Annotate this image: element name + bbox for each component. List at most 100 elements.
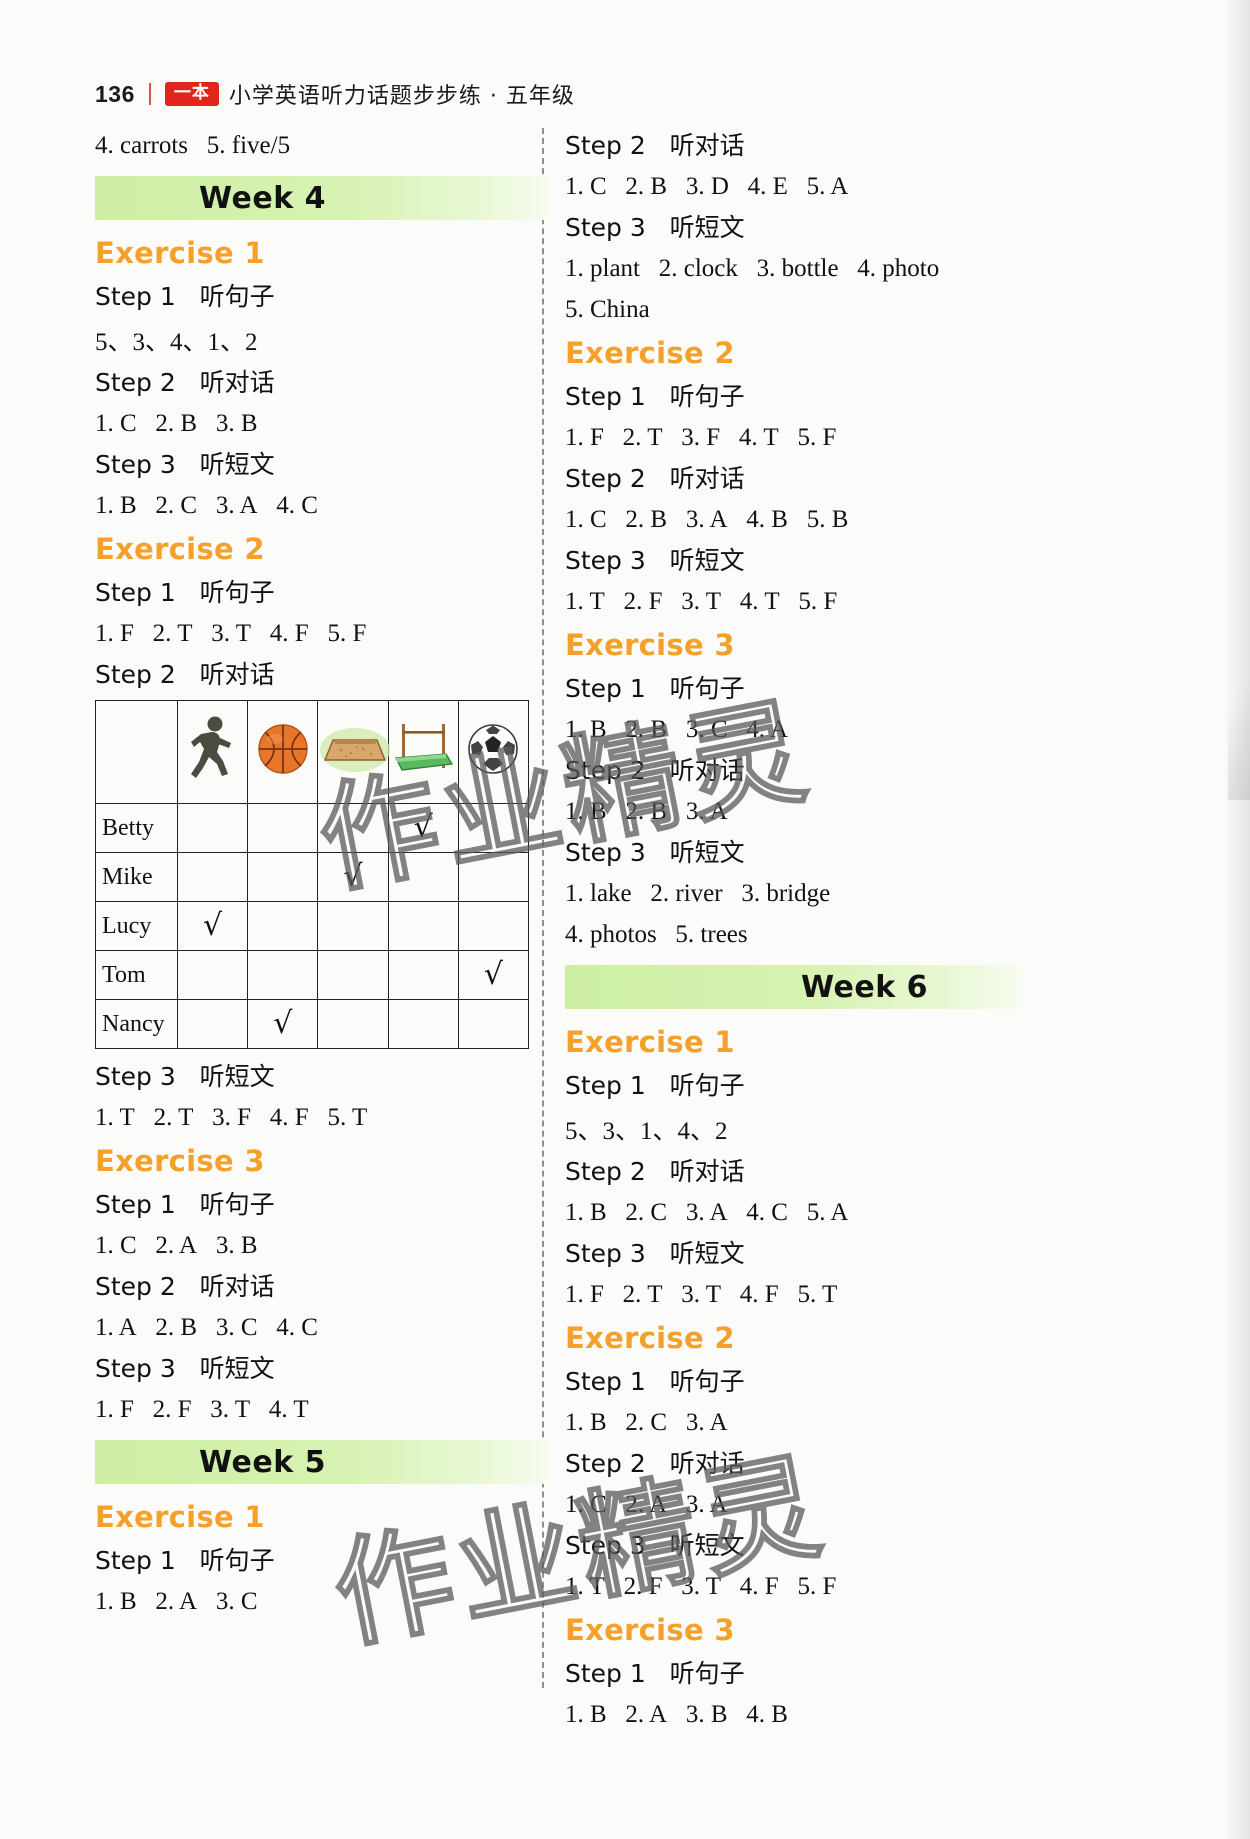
step-label: Step 1 听句子 [565, 1071, 745, 1100]
step-label: Step 2 听对话 [95, 660, 275, 689]
step-label: Step 2 听对话 [565, 131, 745, 160]
header-divider [148, 83, 151, 105]
step-label: Step 3 听短文 [565, 838, 745, 867]
step-answer: 1. T 2. F 3. T 4. F 5. F [565, 1573, 837, 1600]
long-jump-icon [319, 722, 391, 783]
exercise-heading: Exercise 1 [95, 1500, 265, 1534]
row-label: Nancy [95, 999, 178, 1049]
step-label: Step 1 听句子 [95, 578, 275, 607]
table-row: Mike √ [95, 852, 530, 902]
cell-high-jump [387, 901, 459, 951]
check-mark: √ [273, 1005, 293, 1041]
cell-long-jump [317, 950, 389, 1000]
step-answer: 1. A 2. B 3. C 4. C [95, 1314, 318, 1341]
basketball-icon [257, 723, 309, 782]
table-corner-cell [95, 700, 178, 804]
step-answer: 1. plant 2. clock 3. bottle 4. photo [565, 255, 940, 282]
step-label: Step 1 听句子 [565, 674, 745, 703]
step-answer: 1. T 2. F 3. T 4. T 5. F [565, 588, 838, 615]
column-header-high-jump [387, 700, 459, 804]
cell-soccer: √ [457, 950, 530, 1000]
cell-soccer [457, 901, 530, 951]
step-label: Step 3 听短文 [565, 546, 745, 575]
answer-key-page: 136 一本 小学英语听力话题步步练 · 五年级 4. carrots 5. f… [0, 0, 1250, 1839]
step-label: Step 1 听句子 [95, 1190, 275, 1219]
step-answer: 4. photos 5. trees [565, 921, 748, 948]
step-label: Step 3 听短文 [95, 1062, 275, 1091]
exercise-heading: Exercise 3 [565, 1613, 735, 1647]
table-header-row [95, 700, 530, 804]
page-number: 136 [95, 80, 135, 107]
cell-long-jump [317, 901, 389, 951]
brand-logo: 一本 [164, 81, 219, 107]
page-header: 136 一本 小学英语听力话题步步练 · 五年级 [95, 78, 575, 110]
column-header-soccer [457, 700, 530, 804]
week-title: Week 6 [801, 969, 928, 1005]
step-answer: 1. lake 2. river 3. bridge [565, 880, 831, 907]
step-answer: 1. T 2. T 3. F 4. F 5. T [95, 1104, 368, 1131]
cell-high-jump [387, 950, 459, 1000]
column-header-basketball [247, 700, 319, 804]
page-edge-shadow [1224, 0, 1250, 1839]
step-answer: 1. F 2. T 3. T 4. F 5. T [565, 1281, 838, 1308]
step-label: Step 1 听句子 [95, 1546, 275, 1575]
step-answer: 1. B 2. C 3. A 4. C [95, 492, 318, 519]
cell-running [176, 999, 249, 1049]
cell-soccer [457, 852, 530, 902]
step-answer: 1. B 2. C 3. A [565, 1409, 728, 1436]
cell-long-jump [317, 803, 389, 853]
check-mark: √ [413, 809, 433, 845]
step-label: Step 1 听句子 [565, 382, 745, 411]
check-mark: √ [483, 956, 503, 992]
exercise-heading: Exercise 1 [95, 236, 265, 270]
table-row: Tom √ [95, 950, 530, 1000]
week-banner-week6: Week 6 [565, 965, 1020, 1009]
week-banner-week4: Week 4 [95, 176, 550, 220]
check-mark: √ [203, 907, 223, 943]
exercise-heading: Exercise 1 [565, 1025, 735, 1059]
running-icon [190, 714, 236, 791]
step-label: Step 2 听对话 [95, 1272, 275, 1301]
step-label: Step 2 听对话 [565, 1449, 745, 1478]
step-answer: 1. F 2. T 3. T 4. F 5. F [95, 620, 367, 647]
table-row: Betty √ [95, 803, 530, 853]
cell-basketball [247, 803, 319, 853]
cell-high-jump: √ [387, 803, 459, 853]
step-answer: 1. C 2. B 3. A 4. B 5. B [565, 506, 849, 533]
step-label: Step 3 听短文 [565, 213, 745, 242]
high-jump-icon [390, 718, 456, 787]
row-label: Mike [95, 852, 178, 902]
cell-basketball [247, 901, 319, 951]
exercise-heading: Exercise 2 [565, 1321, 735, 1355]
step-answer: 1. B 2. A 3. C [95, 1588, 258, 1615]
step-label: Step 3 听短文 [565, 1531, 745, 1560]
cell-running [176, 852, 249, 902]
step-answer: 5、3、1、4、2 [565, 1118, 728, 1145]
column-header-long-jump [317, 700, 391, 804]
step-label: Step 2 听对话 [565, 464, 745, 493]
step-answer: 1. C 2. B 3. B [95, 410, 258, 437]
step-answer: 5. China [565, 296, 650, 323]
page-corner-shadow [1228, 620, 1250, 800]
week-banner-week5: Week 5 [95, 1440, 550, 1484]
table-row: Lucy √ [95, 901, 530, 951]
column-header-running [176, 700, 249, 804]
step-answer: 1. B 2. A 3. B 4. B [565, 1701, 788, 1728]
step-label: Step 2 听对话 [565, 1157, 745, 1186]
step-answer: 1. C 2. A 3. A [565, 1491, 728, 1518]
cell-soccer [457, 999, 530, 1049]
left-column: 4. carrots 5. five/5 Week 4 Exercise 1 S… [95, 130, 550, 1627]
row-label: Lucy [95, 901, 178, 951]
row-label: Tom [95, 950, 178, 1000]
check-mark: √ [343, 858, 363, 894]
cell-running [176, 803, 249, 853]
step-label: Step 1 听句子 [95, 282, 275, 311]
cell-basketball: √ [247, 999, 319, 1049]
soccer-ball-icon [467, 723, 519, 782]
step-label: Step 3 听短文 [95, 1354, 275, 1383]
cell-running [176, 950, 249, 1000]
sports-checklist-table: Betty √ Mike √ Lucy √ Tom √ Nancy √ [95, 700, 530, 1049]
exercise-heading: Exercise 2 [95, 532, 265, 566]
step-label: Step 3 听短文 [95, 450, 275, 479]
cell-running: √ [176, 901, 249, 951]
